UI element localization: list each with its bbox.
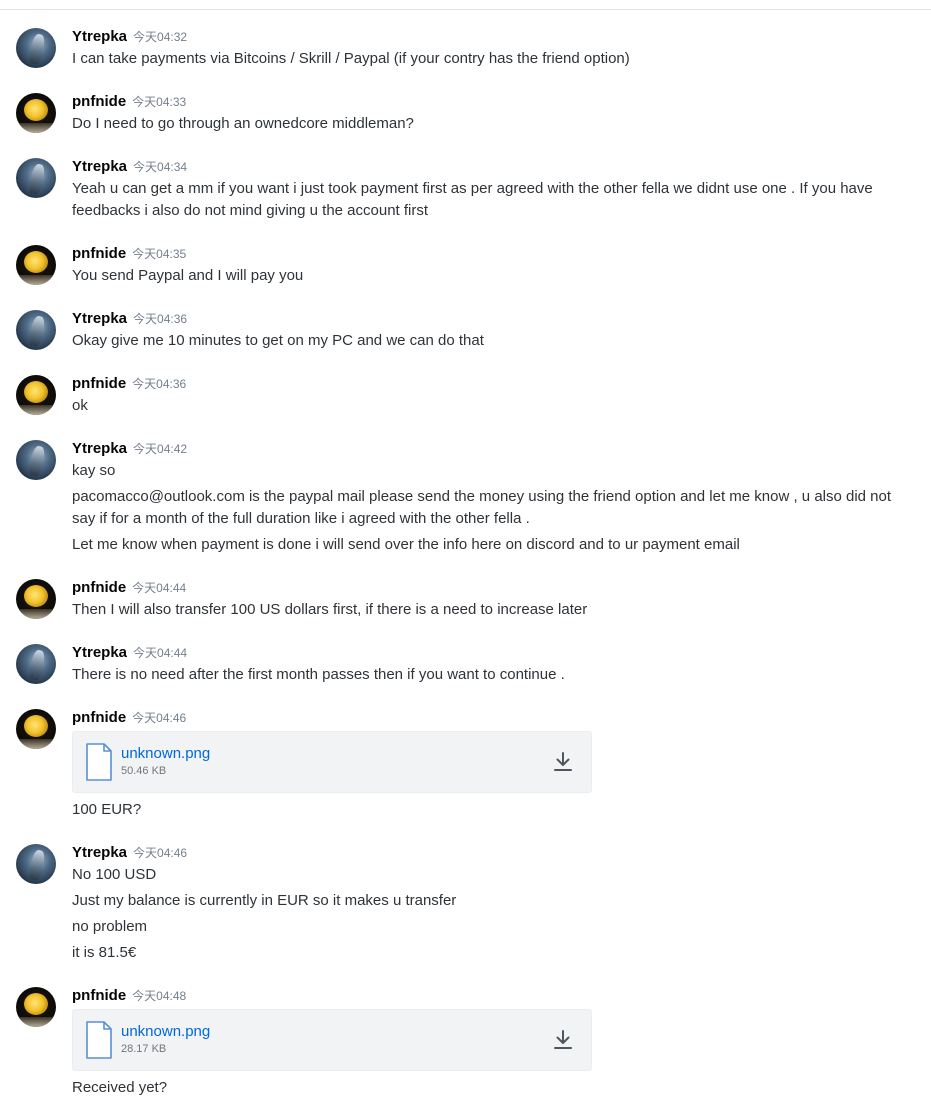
timestamp[interactable]: 今天04:35: [132, 247, 186, 261]
timestamp[interactable]: 今天04:32: [133, 30, 187, 44]
download-icon[interactable]: [551, 750, 575, 774]
message-text: There is no need after the first month p…: [72, 666, 565, 683]
author-name[interactable]: Ytrepka: [72, 28, 127, 45]
avatar[interactable]: [16, 579, 56, 619]
file-icon: [86, 743, 112, 781]
avatar[interactable]: [16, 310, 56, 350]
timestamp[interactable]: 今天04:46: [132, 711, 186, 725]
message-text: You send Paypal and I will pay you: [72, 267, 304, 284]
attachment-filename-link[interactable]: unknown.png: [121, 1022, 210, 1042]
timestamp[interactable]: 今天04:46: [133, 846, 187, 860]
message-text: Just my balance is currently in EUR so i…: [72, 892, 457, 909]
author-name[interactable]: pnfnide: [72, 579, 126, 596]
author-name[interactable]: Ytrepka: [72, 644, 127, 661]
timestamp[interactable]: 今天04:36: [133, 312, 187, 326]
author-name[interactable]: pnfnide: [72, 93, 126, 110]
timestamp[interactable]: 今天04:34: [133, 160, 187, 174]
timestamp[interactable]: 今天04:44: [133, 646, 187, 660]
author-name[interactable]: pnfnide: [72, 709, 126, 726]
message-text: kay so: [72, 462, 116, 479]
message-text: 100 EUR?: [72, 801, 142, 818]
avatar[interactable]: [16, 375, 56, 415]
message-text: Yeah u can get a mm if you want i just t…: [72, 180, 873, 197]
timestamp[interactable]: 今天04:48: [132, 989, 186, 1003]
avatar[interactable]: [16, 644, 56, 684]
attachment-filesize: 28.17 KB: [121, 1043, 167, 1055]
author-name[interactable]: Ytrepka: [72, 844, 127, 861]
author-name[interactable]: pnfnide: [72, 987, 126, 1004]
author-name[interactable]: pnfnide: [72, 375, 126, 392]
message-text: ok: [72, 397, 88, 414]
author-name[interactable]: Ytrepka: [72, 158, 127, 175]
avatar[interactable]: [16, 245, 56, 285]
avatar[interactable]: [16, 440, 56, 480]
message-text: Okay give me 10 minutes to get on my PC …: [72, 332, 484, 349]
timestamp[interactable]: 今天04:44: [132, 581, 186, 595]
avatar[interactable]: [16, 987, 56, 1027]
message-text: pacomacco@outlook.com is the paypal mail…: [72, 488, 892, 505]
download-icon[interactable]: [551, 1028, 575, 1052]
message-text: Do I need to go through an ownedcore mid…: [72, 115, 414, 132]
timestamp[interactable]: 今天04:42: [133, 442, 187, 456]
message-text: no problem: [72, 918, 148, 935]
avatar[interactable]: [16, 93, 56, 133]
avatar[interactable]: [16, 28, 56, 68]
message-text: Received yet?: [72, 1079, 168, 1096]
avatar[interactable]: [16, 844, 56, 884]
attachment-filesize: 50.46 KB: [121, 765, 167, 777]
author-name[interactable]: Ytrepka: [72, 310, 127, 327]
file-icon: [86, 1021, 112, 1059]
message-text: feedbacks i also do not mind giving u th…: [72, 202, 429, 219]
author-name[interactable]: Ytrepka: [72, 440, 127, 457]
message-text: it is 81.5€: [72, 944, 137, 961]
timestamp[interactable]: 今天04:36: [132, 377, 186, 391]
avatar[interactable]: [16, 709, 56, 749]
message-text: No 100 USD: [72, 866, 157, 883]
attachment-filename-link[interactable]: unknown.png: [121, 744, 210, 764]
file-attachment: unknown.png 28.17 KB: [72, 1009, 592, 1071]
author-name[interactable]: pnfnide: [72, 245, 126, 262]
top-divider: [0, 9, 931, 10]
timestamp[interactable]: 今天04:33: [132, 95, 186, 109]
message-text: I can take payments via Bitcoins / Skril…: [72, 50, 630, 67]
message-text: say if for a month of the full duration …: [72, 510, 530, 527]
message-text: Let me know when payment is done i will …: [72, 536, 740, 553]
message-text: Then I will also transfer 100 US dollars…: [72, 601, 588, 618]
avatar[interactable]: [16, 158, 56, 198]
file-attachment: unknown.png 50.46 KB: [72, 731, 592, 793]
